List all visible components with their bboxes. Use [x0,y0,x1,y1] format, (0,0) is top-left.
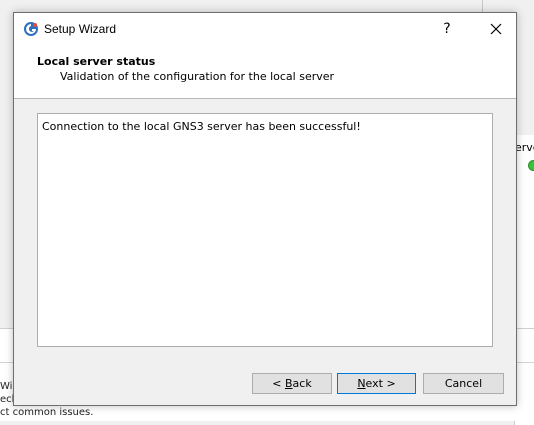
next-button-label: ext > [365,377,396,390]
back-button-accel: B [285,377,293,390]
page-title: Local server status [37,55,156,68]
status-message-box[interactable]: Connection to the local GNS3 server has … [37,113,493,347]
cancel-button[interactable]: Cancel [423,373,504,394]
next-button-accel: N [357,377,366,390]
background-divider [482,0,483,12]
background-console-text: ct common issues. [0,407,94,418]
background-server-label: erve [515,141,534,154]
wizard-page-header: Local server status Validation of the co… [14,46,516,99]
server-status-dot-icon [528,160,534,171]
background-console-text: Wi [0,381,13,392]
close-button[interactable] [476,13,516,46]
next-button[interactable]: Next > [337,373,416,394]
title-bar[interactable]: Setup Wizard ? [14,13,516,46]
help-button[interactable]: ? [432,13,462,46]
gns3-app-icon [24,22,38,36]
back-button[interactable]: < Back [252,373,332,394]
setup-wizard-dialog: Setup Wizard ? Local server status Valid… [13,12,517,406]
close-icon [490,23,502,35]
back-button-label: ack [292,377,312,390]
page-subtitle: Validation of the configuration for the … [60,70,335,83]
back-button-prefix: < [272,377,285,390]
dialog-title: Setup Wizard [44,22,117,36]
status-message: Connection to the local GNS3 server has … [42,120,361,133]
